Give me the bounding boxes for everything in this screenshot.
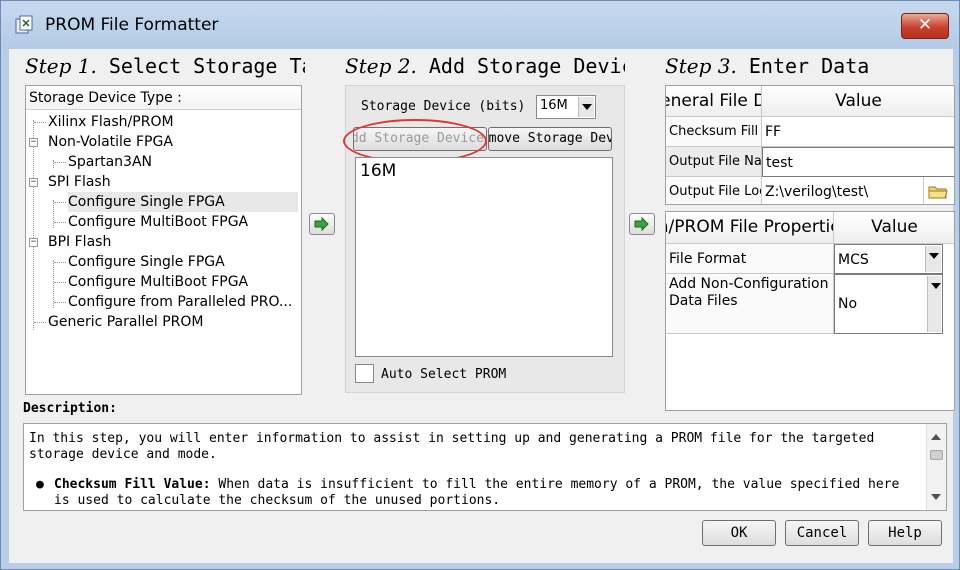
general-file-detail-grid: General File Detail Value Checksum Fill … [665,85,955,205]
tree-item-generic-parallel-prom[interactable]: Generic Parallel PROM [48,312,203,332]
description-scrollbar[interactable] [926,424,946,510]
window-title: PROM File Formatter [45,15,219,35]
cancel-button[interactable]: Cancel [785,520,859,546]
description-label: Description: [23,401,117,416]
bullet-icon: ● [36,477,44,492]
file-format-label: File Format [666,244,834,274]
remove-storage-device-button[interactable]: Remove Storage Device [488,127,612,151]
output-file-location-label: Output File Location [666,177,762,204]
prom-file-properties-grid: Flash/PROM File Properties Value File Fo… [665,211,955,411]
output-file-name-label: Output File Name [666,147,762,177]
checksum-fill-field[interactable]: FF [762,117,954,147]
file-format-select[interactable]: MCS [834,244,943,274]
tree-header: Storage Device Type : [26,86,301,110]
tree-line [54,202,66,203]
storage-device-label: Storage Device (bits) [361,99,526,114]
step2-title-text: Add Storage Device(s) [428,54,625,78]
description-box: In this step, you will enter information… [23,423,947,511]
next-step-button-2[interactable] [629,213,655,235]
auto-select-prom-label: Auto Select PROM [381,367,507,382]
storage-device-tree[interactable]: Storage Device Type : − − − Xilinx Flash… [25,85,302,395]
output-file-name-field[interactable]: test [762,147,954,177]
arrow-right-icon [634,216,649,232]
chevron-down-icon [578,97,594,117]
general-file-detail-header: General File Detail [666,86,762,117]
prom-file-properties-header: Flash/PROM File Properties [666,212,834,244]
step3-title: Step 3. Enter Data [665,54,953,78]
close-button[interactable]: ✕ [901,13,949,39]
scroll-up-icon[interactable] [931,434,941,440]
tree-item-spartan3an[interactable]: Spartan3AN [68,152,152,172]
folder-icon[interactable] [928,182,948,202]
arrow-right-icon [314,216,329,232]
description-bullet-title: Checksum Fill Value: [54,477,211,492]
add-non-config-data-value: No [838,296,858,312]
step1-title-number: Step 1. [25,54,97,78]
storage-device-select[interactable]: 16M [536,95,596,119]
step3-title-text: Enter Data [736,54,870,78]
tree-item-bpi-configure-single-fpga[interactable]: Configure Single FPGA [68,252,225,272]
chevron-down-icon [927,276,941,332]
help-button[interactable]: Help [868,520,942,546]
tree-item-spi-configure-multiboot-fpga[interactable]: Configure MultiBoot FPGA [68,212,248,232]
tree-line [54,282,66,283]
remove-storage-device-label: Remove Storage Device [488,131,612,146]
tree-item-xilinx-flash-prom[interactable]: Xilinx Flash/PROM [48,112,174,132]
title-bar: PROM File Formatter ✕ [1,1,959,49]
step1-title: Step 1. Select Storage Target [25,54,305,78]
output-file-location-field[interactable]: Z:\verilog\test\ [762,177,924,204]
prom-value-column-header: Value [834,212,954,244]
tree-item-non-volatile-fpga[interactable]: Non-Volatile FPGA [48,132,173,152]
tree-line [54,302,66,303]
tree-line [34,122,46,123]
add-non-config-data-label: Add Non-Configuration Data Files [666,274,834,334]
ok-button[interactable]: OK [702,520,776,546]
storage-device-value: 16M [540,98,568,113]
storage-device-list[interactable]: 16M [355,157,613,357]
description-text: In this step, you will enter information… [29,431,875,462]
tree-item-configure-from-paralleled-prom[interactable]: Configure from Paralleled PRO... [68,292,292,312]
step1-title-text: Select Storage Target [108,54,305,78]
auto-select-prom-checkbox[interactable] [355,364,374,383]
app-icon [15,15,33,34]
tree-line [33,120,34,330]
description-bullet: ● Checksum Fill Value: When data is insu… [36,477,920,509]
scroll-down-icon[interactable] [931,494,941,500]
step2-title-number: Step 2. [345,54,417,78]
tree-line [54,222,66,223]
general-file-detail-header-text: General File Detail [666,91,761,111]
file-format-value: MCS [838,252,869,268]
dialog-body: Step 1. Select Storage Target Step 2. Ad… [9,49,955,563]
tree-line [53,260,54,308]
tree-item-spi-flash[interactable]: SPI Flash [48,172,111,192]
next-step-button[interactable] [309,213,335,235]
step2-title: Step 2. Add Storage Device(s) [345,54,625,78]
prom-file-formatter-window: PROM File Formatter ✕ Step 1. Select Sto… [0,0,960,570]
scroll-thumb[interactable] [930,450,943,460]
collapse-icon[interactable]: − [29,238,38,247]
tree-line [34,322,46,323]
tree-line [53,200,54,228]
value-column-header: Value [762,86,954,117]
tree-item-bpi-flash[interactable]: BPI Flash [48,232,111,252]
collapse-icon[interactable]: − [29,178,38,187]
collapse-icon[interactable]: − [29,138,38,147]
tree-item-spi-configure-single-fpga[interactable]: Configure Single FPGA [68,192,298,212]
prom-file-properties-header-text: Flash/PROM File Properties [666,217,833,237]
add-non-config-data-select[interactable]: No [834,274,943,334]
checksum-fill-label: Checksum Fill Value [666,117,762,147]
step3-title-number: Step 3. [665,54,737,78]
tree-line [54,162,66,163]
list-item[interactable]: 16M [360,161,396,181]
tree-item-bpi-configure-multiboot-fpga[interactable]: Configure MultiBoot FPGA [68,272,248,292]
tree-line [54,262,66,263]
chevron-down-icon [925,246,941,272]
